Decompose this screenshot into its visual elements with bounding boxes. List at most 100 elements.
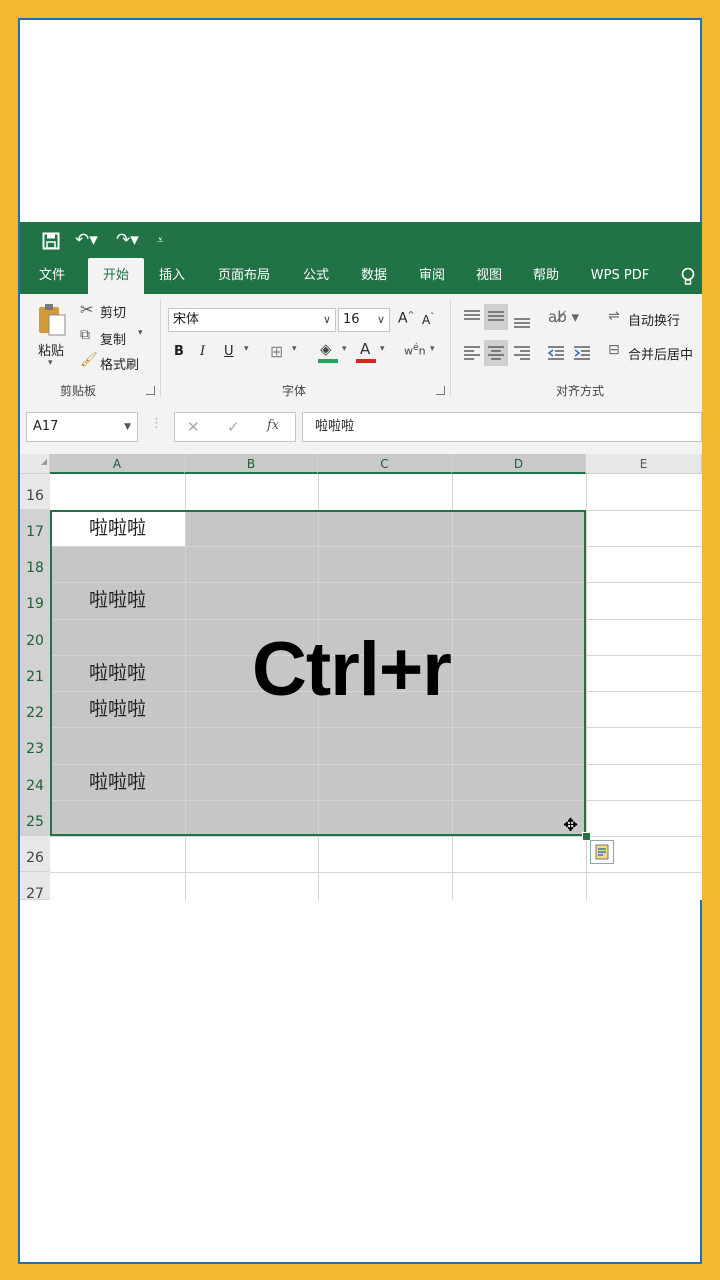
worksheet-grid[interactable]: ◢ A B C D E 16 17 18 19 20 21 22 23 24 2… [20,454,702,900]
ribbon-home: 粘贴 ▾ ✂ 剪切 ⧉ 复制 ▾ 🖌 格式刷 剪贴板 宋体 ∨ 16 ∨ A^ … [20,294,702,403]
row-header-24[interactable]: 24 [20,764,50,800]
font-launcher[interactable] [436,386,445,395]
cancel-icon[interactable]: ✕ [187,418,200,436]
row-header-23[interactable]: 23 [20,727,50,764]
wrap-text-button[interactable]: 自动换行 [628,310,680,329]
tab-wps-pdf[interactable]: WPS PDF [582,258,658,294]
chevron-down-icon[interactable]: ▾ [430,344,435,354]
cell-a24[interactable]: 啦啦啦 [50,764,185,800]
wrap-text-icon: ⇌ [608,308,620,324]
tab-view[interactable]: 视图 [465,258,513,294]
chevron-down-icon[interactable]: ▾ [138,328,143,338]
cell-a17[interactable]: 啦啦啦 [50,510,185,546]
decrease-indent-icon[interactable] [546,344,566,362]
row-header-27[interactable]: 27 [20,872,50,900]
row-header-21[interactable]: 21 [20,655,50,691]
chevron-down-icon: ∨ [322,313,331,326]
chevron-down-icon[interactable]: ▾ [292,344,297,354]
tab-formulas[interactable]: 公式 [292,258,340,294]
orientation-icon[interactable]: ab̸ ▾ [548,308,579,326]
tab-help[interactable]: 帮助 [522,258,570,294]
move-cursor-icon: ✥ [563,815,579,836]
increase-indent-icon[interactable] [572,344,592,362]
align-center-button[interactable] [484,340,508,366]
font-size-value: 16 [343,312,360,327]
quick-analysis-button[interactable] [590,840,614,864]
tab-file[interactable]: 文件 [28,258,76,294]
dots-icon: ⋮ [150,416,163,431]
name-box-value: A17 [33,419,59,434]
chevron-down-icon[interactable]: ▾ [380,344,385,354]
decrease-font-icon[interactable]: Aˇ [422,312,434,327]
row-header-19[interactable]: 19 [20,582,50,619]
redo-icon[interactable]: ↷▾ [116,230,139,250]
group-divider [160,300,161,396]
chevron-down-icon: ▼ [124,422,131,432]
copy-button[interactable]: 复制 [100,329,126,348]
bold-button[interactable]: B [174,344,184,359]
cut-button[interactable]: 剪切 [100,302,126,321]
align-top-icon[interactable] [462,308,482,326]
font-name-value: 宋体 [173,312,200,327]
chevron-down-icon[interactable]: ▾ [244,344,249,354]
row-header-25[interactable]: 25 [20,800,50,836]
fill-color-button[interactable]: ◈ [318,340,340,364]
quick-analysis-icon [595,844,609,860]
shortcut-overlay-text: Ctrl+r [252,627,452,712]
align-middle-icon [488,311,504,321]
clipboard-launcher[interactable] [146,386,155,395]
column-header-b[interactable]: B [185,454,318,474]
tab-home[interactable]: 开始 [88,258,144,294]
tab-insert[interactable]: 插入 [148,258,196,294]
row-header-18[interactable]: 18 [20,546,50,582]
excel-window: ↶▾ ↷▾ ⩡ 文件 开始 插入 页面布局 公式 数据 审阅 视图 帮助 WPS… [20,222,702,900]
align-bottom-icon[interactable] [512,312,532,330]
watermark-logo: Bai 经验 [574,1208,680,1236]
undo-icon[interactable]: ↶▾ [75,230,98,250]
row-header-17[interactable]: 17 [20,510,50,546]
format-painter-button[interactable]: 格式刷 [100,354,139,373]
column-header-e[interactable]: E [586,454,702,474]
name-box[interactable]: A17 ▼ [26,412,138,442]
lightbulb-icon[interactable] [680,267,696,287]
insert-function-icon[interactable]: fx [267,418,279,433]
cell-a21[interactable]: 啦啦啦 [50,655,185,691]
increase-font-icon[interactable]: A^ [398,310,414,327]
font-size-select[interactable]: 16 ∨ [338,308,390,332]
underline-button[interactable]: U [224,344,234,359]
ribbon-tabs: 文件 开始 插入 页面布局 公式 数据 审阅 视图 帮助 WPS PDF [20,258,702,294]
save-icon[interactable] [42,232,60,250]
borders-icon[interactable]: ⊞ [270,342,283,361]
row-header-16[interactable]: 16 [20,474,50,510]
cell-a19[interactable]: 啦啦啦 [50,582,185,619]
align-left-icon[interactable] [462,344,482,362]
font-color-swatch [356,359,376,363]
formula-value: 啦啦啦 [315,419,355,434]
font-color-button[interactable]: A [356,340,378,364]
alignment-group-label: 对齐方式 [555,384,604,398]
align-middle-button[interactable] [484,304,508,330]
phonetic-icon[interactable]: wén [404,342,426,358]
check-icon[interactable]: ✓ [227,418,240,436]
chevron-down-icon[interactable]: ▾ [342,344,347,354]
clipboard-group-label: 剪贴板 [59,384,96,398]
tab-page-layout[interactable]: 页面布局 [208,258,280,294]
italic-button[interactable]: I [200,344,205,359]
font-name-select[interactable]: 宋体 ∨ [168,308,336,332]
row-header-22[interactable]: 22 [20,691,50,727]
formula-input[interactable]: 啦啦啦 [302,412,702,442]
row-header-26[interactable]: 26 [20,836,50,872]
customize-icon[interactable]: ⩡ [157,230,164,250]
merge-center-button[interactable]: 合并后居中 [628,344,693,363]
chevron-down-icon: ∨ [376,313,385,326]
column-header-c[interactable]: C [318,454,452,474]
column-header-d[interactable]: D [452,454,586,474]
align-right-icon[interactable] [512,344,532,362]
row-header-20[interactable]: 20 [20,619,50,655]
select-all-corner[interactable]: ◢ [20,454,50,474]
cell-a22[interactable]: 啦啦啦 [50,691,185,727]
column-header-a[interactable]: A [50,454,185,474]
tab-data[interactable]: 数据 [350,258,398,294]
tab-review[interactable]: 审阅 [408,258,456,294]
paste-button[interactable]: 粘贴 ▾ [32,302,72,372]
